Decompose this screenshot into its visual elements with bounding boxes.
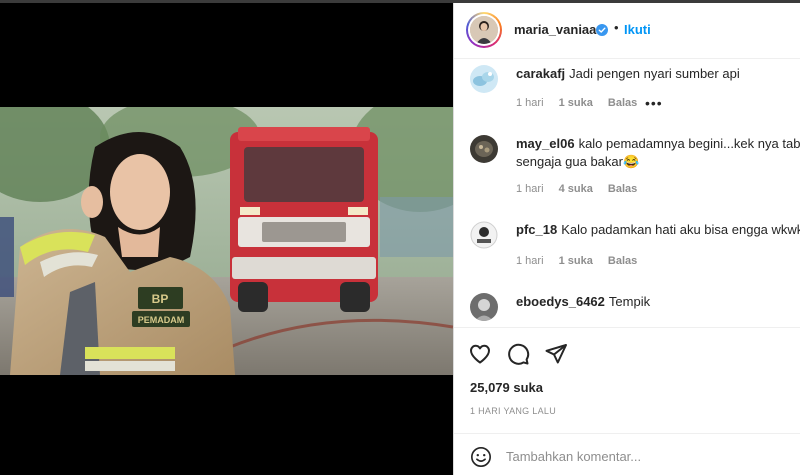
post-photo[interactable]: BP PEMADAM <box>0 107 453 375</box>
comment-body: Jadi pengen nyari sumber api <box>569 66 740 81</box>
instagram-post-modal: BP PEMADAM maria_vaniaa • Ikuti carakafj… <box>0 0 800 475</box>
author-username[interactable]: maria_vaniaa <box>514 22 596 37</box>
post-date: 1 HARI YANG LALU <box>470 406 556 416</box>
comment-icon[interactable] <box>506 342 530 366</box>
comment-likes[interactable]: 4 suka <box>559 183 593 195</box>
comment-meta: 1 hari 4 suka Balas <box>516 183 649 195</box>
comment-text: carakafj Jadi pengen nyari sumber api <box>516 65 800 83</box>
media-panel: BP PEMADAM <box>0 0 453 475</box>
comment-body: Kalo padamkan hati aku bisa engga wkwk <box>561 222 800 237</box>
comment-likes[interactable]: 1 suka <box>559 97 593 109</box>
more-options-icon[interactable]: ••• <box>645 95 663 111</box>
comment-time: 1 hari <box>516 255 544 267</box>
separator-dot: • <box>614 20 619 35</box>
comment-text: may_el06 kalo pemadamnya begini...kek nya… <box>516 135 800 153</box>
comment-time: 1 hari <box>516 183 544 195</box>
commenter-avatar[interactable] <box>470 65 498 93</box>
follow-button[interactable]: Ikuti <box>624 22 651 37</box>
comment-meta: 1 hari 1 suka Balas <box>516 97 649 109</box>
post-header: maria_vaniaa • Ikuti <box>454 3 800 59</box>
commenter-avatar[interactable] <box>470 135 498 163</box>
comment-text: eboedys_6462 Tempik <box>516 293 800 311</box>
comment-input[interactable] <box>506 444 776 468</box>
heart-icon[interactable] <box>468 342 492 366</box>
emoji-icon[interactable] <box>470 446 492 468</box>
comment-username[interactable]: may_el06 <box>516 136 575 151</box>
comment-time: 1 hari <box>516 97 544 109</box>
post-side-panel: maria_vaniaa • Ikuti carakafj Jadi penge… <box>453 3 800 475</box>
comment-username[interactable]: pfc_18 <box>516 222 557 237</box>
add-comment-bar <box>454 433 800 475</box>
fire-truck <box>230 127 378 312</box>
badge-pemadam-text: PEMADAM <box>138 315 185 325</box>
commenter-avatar[interactable] <box>470 221 498 249</box>
comment-body: Tempik <box>608 294 651 309</box>
comment-body: kalo pemadamnya begini...kek nya tabu <box>578 136 800 151</box>
comment-text-line2: sengaja gua bakar😂 <box>516 154 640 169</box>
comment-text: pfc_18 Kalo padamkan hati aku bisa engga … <box>516 221 800 239</box>
comment-username[interactable]: eboedys_6462 <box>516 294 605 309</box>
comment-username[interactable]: carakafj <box>516 66 565 81</box>
author-avatar[interactable] <box>466 12 502 48</box>
comments-list[interactable]: carakafj Jadi pengen nyari sumber api 1 h… <box>454 59 800 329</box>
reply-button[interactable]: Balas <box>608 183 637 195</box>
likes-count[interactable]: 25,079 suka <box>470 380 543 395</box>
share-icon[interactable] <box>544 342 568 366</box>
reply-button[interactable]: Balas <box>608 255 637 267</box>
top-edge <box>0 0 800 3</box>
comment-meta: 1 hari 1 suka Balas <box>516 255 649 267</box>
reply-button[interactable]: Balas <box>608 97 637 109</box>
badge-bp-text: BP <box>152 292 169 306</box>
comment-likes[interactable]: 1 suka <box>559 255 593 267</box>
commenter-avatar[interactable] <box>470 293 498 321</box>
post-actions: 25,079 suka 1 HARI YANG LALU <box>454 327 800 437</box>
verified-badge-icon <box>596 24 608 36</box>
